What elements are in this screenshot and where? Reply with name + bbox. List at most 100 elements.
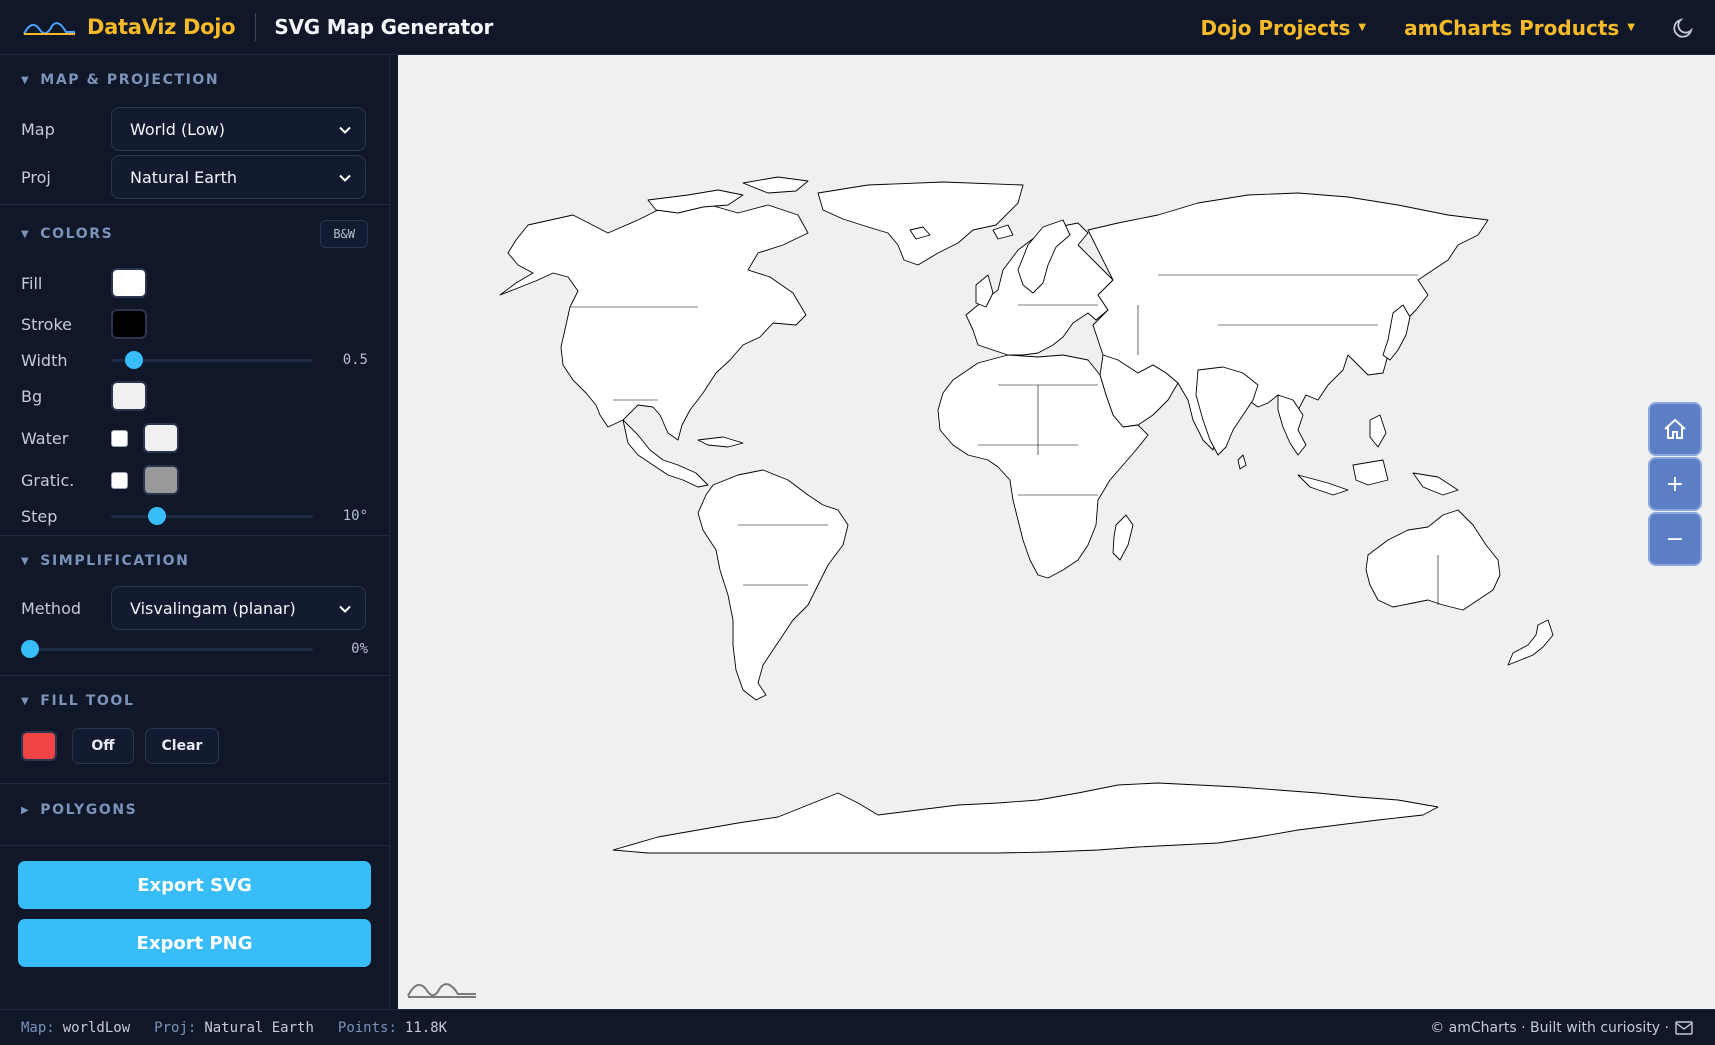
slider-track	[21, 648, 313, 651]
zoom-in-button[interactable]: +	[1648, 457, 1702, 511]
map-label: Map	[21, 119, 55, 139]
map-canvas[interactable]: + −	[398, 55, 1715, 1009]
simplification-value: 0%	[351, 641, 368, 657]
southeast-asia-shape	[1277, 394, 1307, 456]
nav-amcharts-products-label: amCharts Products	[1404, 15, 1620, 40]
antarctica-shape	[612, 782, 1439, 854]
projection-select-value: Natural Earth	[130, 167, 238, 187]
brand-name: DataViz Dojo	[87, 15, 236, 39]
footer-points-value: 11.8K	[404, 1019, 448, 1036]
bg-color-swatch[interactable]	[111, 381, 147, 411]
brand-logo-icon	[23, 22, 75, 35]
step-slider[interactable]	[111, 506, 313, 526]
graticule-checkbox[interactable]	[111, 471, 128, 489]
section-fill-tool: ▼ FILL TOOL Off Clear	[0, 676, 389, 784]
nav-dojo-projects-label: Dojo Projects	[1200, 15, 1351, 40]
caret-down-icon: ▼	[21, 74, 31, 86]
indonesia-shape	[1297, 474, 1349, 496]
nav-right: Dojo Projects ▼ amCharts Products ▼	[1163, 0, 1696, 55]
nav-amcharts-products[interactable]: amCharts Products ▼	[1404, 16, 1635, 40]
map-row: Map World (Low)	[21, 105, 368, 153]
moon-icon[interactable]	[1671, 16, 1695, 40]
top-bar: DataViz Dojo SVG Map Generator Dojo Proj…	[0, 0, 1715, 55]
gratic-row: Gratic.	[21, 459, 368, 501]
graticule-color-swatch[interactable]	[143, 465, 179, 495]
arctic-islands-shape	[742, 176, 809, 194]
section-title: POLYGONS	[40, 802, 138, 818]
fill-tool-clear-button[interactable]: Clear	[145, 728, 219, 764]
header-divider	[255, 13, 257, 41]
app-root: DataViz Dojo SVG Map Generator Dojo Proj…	[0, 0, 1715, 1045]
brand[interactable]: DataViz Dojo	[22, 15, 236, 39]
section-colors: ▼ COLORS B&W Fill Stroke Width 0.5 Bg Wa…	[0, 205, 389, 536]
section-header-polygons[interactable]: ▶ POLYGONS	[21, 784, 368, 836]
fill-tool-off-button[interactable]: Off	[72, 728, 134, 764]
gratic-label: Gratic.	[21, 470, 75, 490]
footer-map-value: worldLow	[62, 1019, 131, 1036]
footer-credit: © amCharts · Built with curiosity ·	[1430, 1020, 1693, 1036]
section-simplification: ▼ SIMPLIFICATION Method Visvalingam (pla…	[0, 536, 389, 676]
bg-label: Bg	[21, 386, 43, 406]
home-icon	[1664, 418, 1686, 439]
section-header-map-projection[interactable]: ▼ MAP & PROJECTION	[21, 55, 368, 105]
footer-points-key: Points:	[337, 1019, 397, 1036]
nav-dojo-projects[interactable]: Dojo Projects ▼	[1201, 16, 1367, 40]
slider-knob[interactable]	[125, 351, 143, 369]
caribbean-shape	[697, 436, 744, 448]
simplification-slider[interactable]	[21, 639, 313, 659]
width-label: Width	[21, 350, 68, 370]
footer-proj-key: Proj:	[154, 1019, 197, 1036]
section-header-colors[interactable]: ▼ COLORS	[21, 205, 368, 263]
water-color-swatch[interactable]	[143, 423, 179, 453]
section-title: SIMPLIFICATION	[40, 553, 190, 569]
stroke-color-swatch[interactable]	[111, 309, 147, 339]
footer-credit-text: © amCharts · Built with curiosity ·	[1430, 1019, 1669, 1036]
mail-icon[interactable]	[1675, 1020, 1693, 1035]
caret-down-icon: ▼	[21, 555, 31, 567]
slider-track	[111, 515, 313, 518]
width-value: 0.5	[342, 352, 368, 368]
home-button[interactable]	[1648, 402, 1702, 456]
method-select-value: Visvalingam (planar)	[130, 598, 296, 618]
caret-down-icon: ▼	[1627, 22, 1635, 33]
section-title: FILL TOOL	[40, 693, 135, 709]
footer-proj-value: Natural Earth	[204, 1019, 314, 1036]
island-shape	[992, 224, 1014, 240]
fill-row: Fill	[21, 263, 368, 303]
width-slider[interactable]	[111, 350, 313, 370]
stroke-row: Stroke	[21, 303, 368, 345]
indonesia-shape	[1412, 472, 1459, 496]
fill-color-swatch[interactable]	[111, 268, 147, 298]
method-select[interactable]: Visvalingam (planar)	[111, 586, 366, 630]
simplification-amount-row: 0%	[21, 630, 368, 668]
zoom-out-button[interactable]: −	[1648, 512, 1702, 566]
section-header-simplification[interactable]: ▼ SIMPLIFICATION	[21, 536, 368, 586]
width-row: Width 0.5	[21, 345, 368, 375]
world-map[interactable]	[398, 55, 1715, 1009]
section-header-fill-tool[interactable]: ▼ FILL TOOL	[21, 676, 368, 726]
caret-down-icon: ▼	[1358, 22, 1367, 33]
sidebar: ▼ MAP & PROJECTION Map World (Low) Proj …	[0, 55, 390, 1009]
fill-label: Fill	[21, 273, 43, 293]
section-title: COLORS	[40, 226, 114, 242]
slider-knob[interactable]	[21, 640, 39, 658]
export-svg-button[interactable]: Export SVG	[18, 861, 371, 909]
water-checkbox[interactable]	[111, 429, 128, 447]
greenland-shape	[817, 181, 1024, 266]
fill-tool-color-swatch[interactable]	[21, 731, 57, 761]
map-select[interactable]: World (Low)	[111, 107, 366, 151]
app-title: SVG Map Generator	[274, 15, 494, 39]
madagascar-shape	[1112, 514, 1134, 561]
bg-row: Bg	[21, 375, 368, 417]
bw-button[interactable]: B&W	[320, 220, 368, 248]
dataviz-watermark-icon	[407, 983, 476, 998]
chevron-down-icon	[339, 174, 351, 182]
method-label: Method	[21, 598, 82, 618]
step-row: Step 10°	[21, 501, 368, 531]
stroke-label: Stroke	[21, 314, 72, 334]
north-america-shape	[499, 202, 809, 441]
export-png-button[interactable]: Export PNG	[18, 919, 371, 967]
projection-select[interactable]: Natural Earth	[111, 155, 366, 199]
slider-knob[interactable]	[148, 507, 166, 525]
island-shape	[1237, 454, 1247, 470]
